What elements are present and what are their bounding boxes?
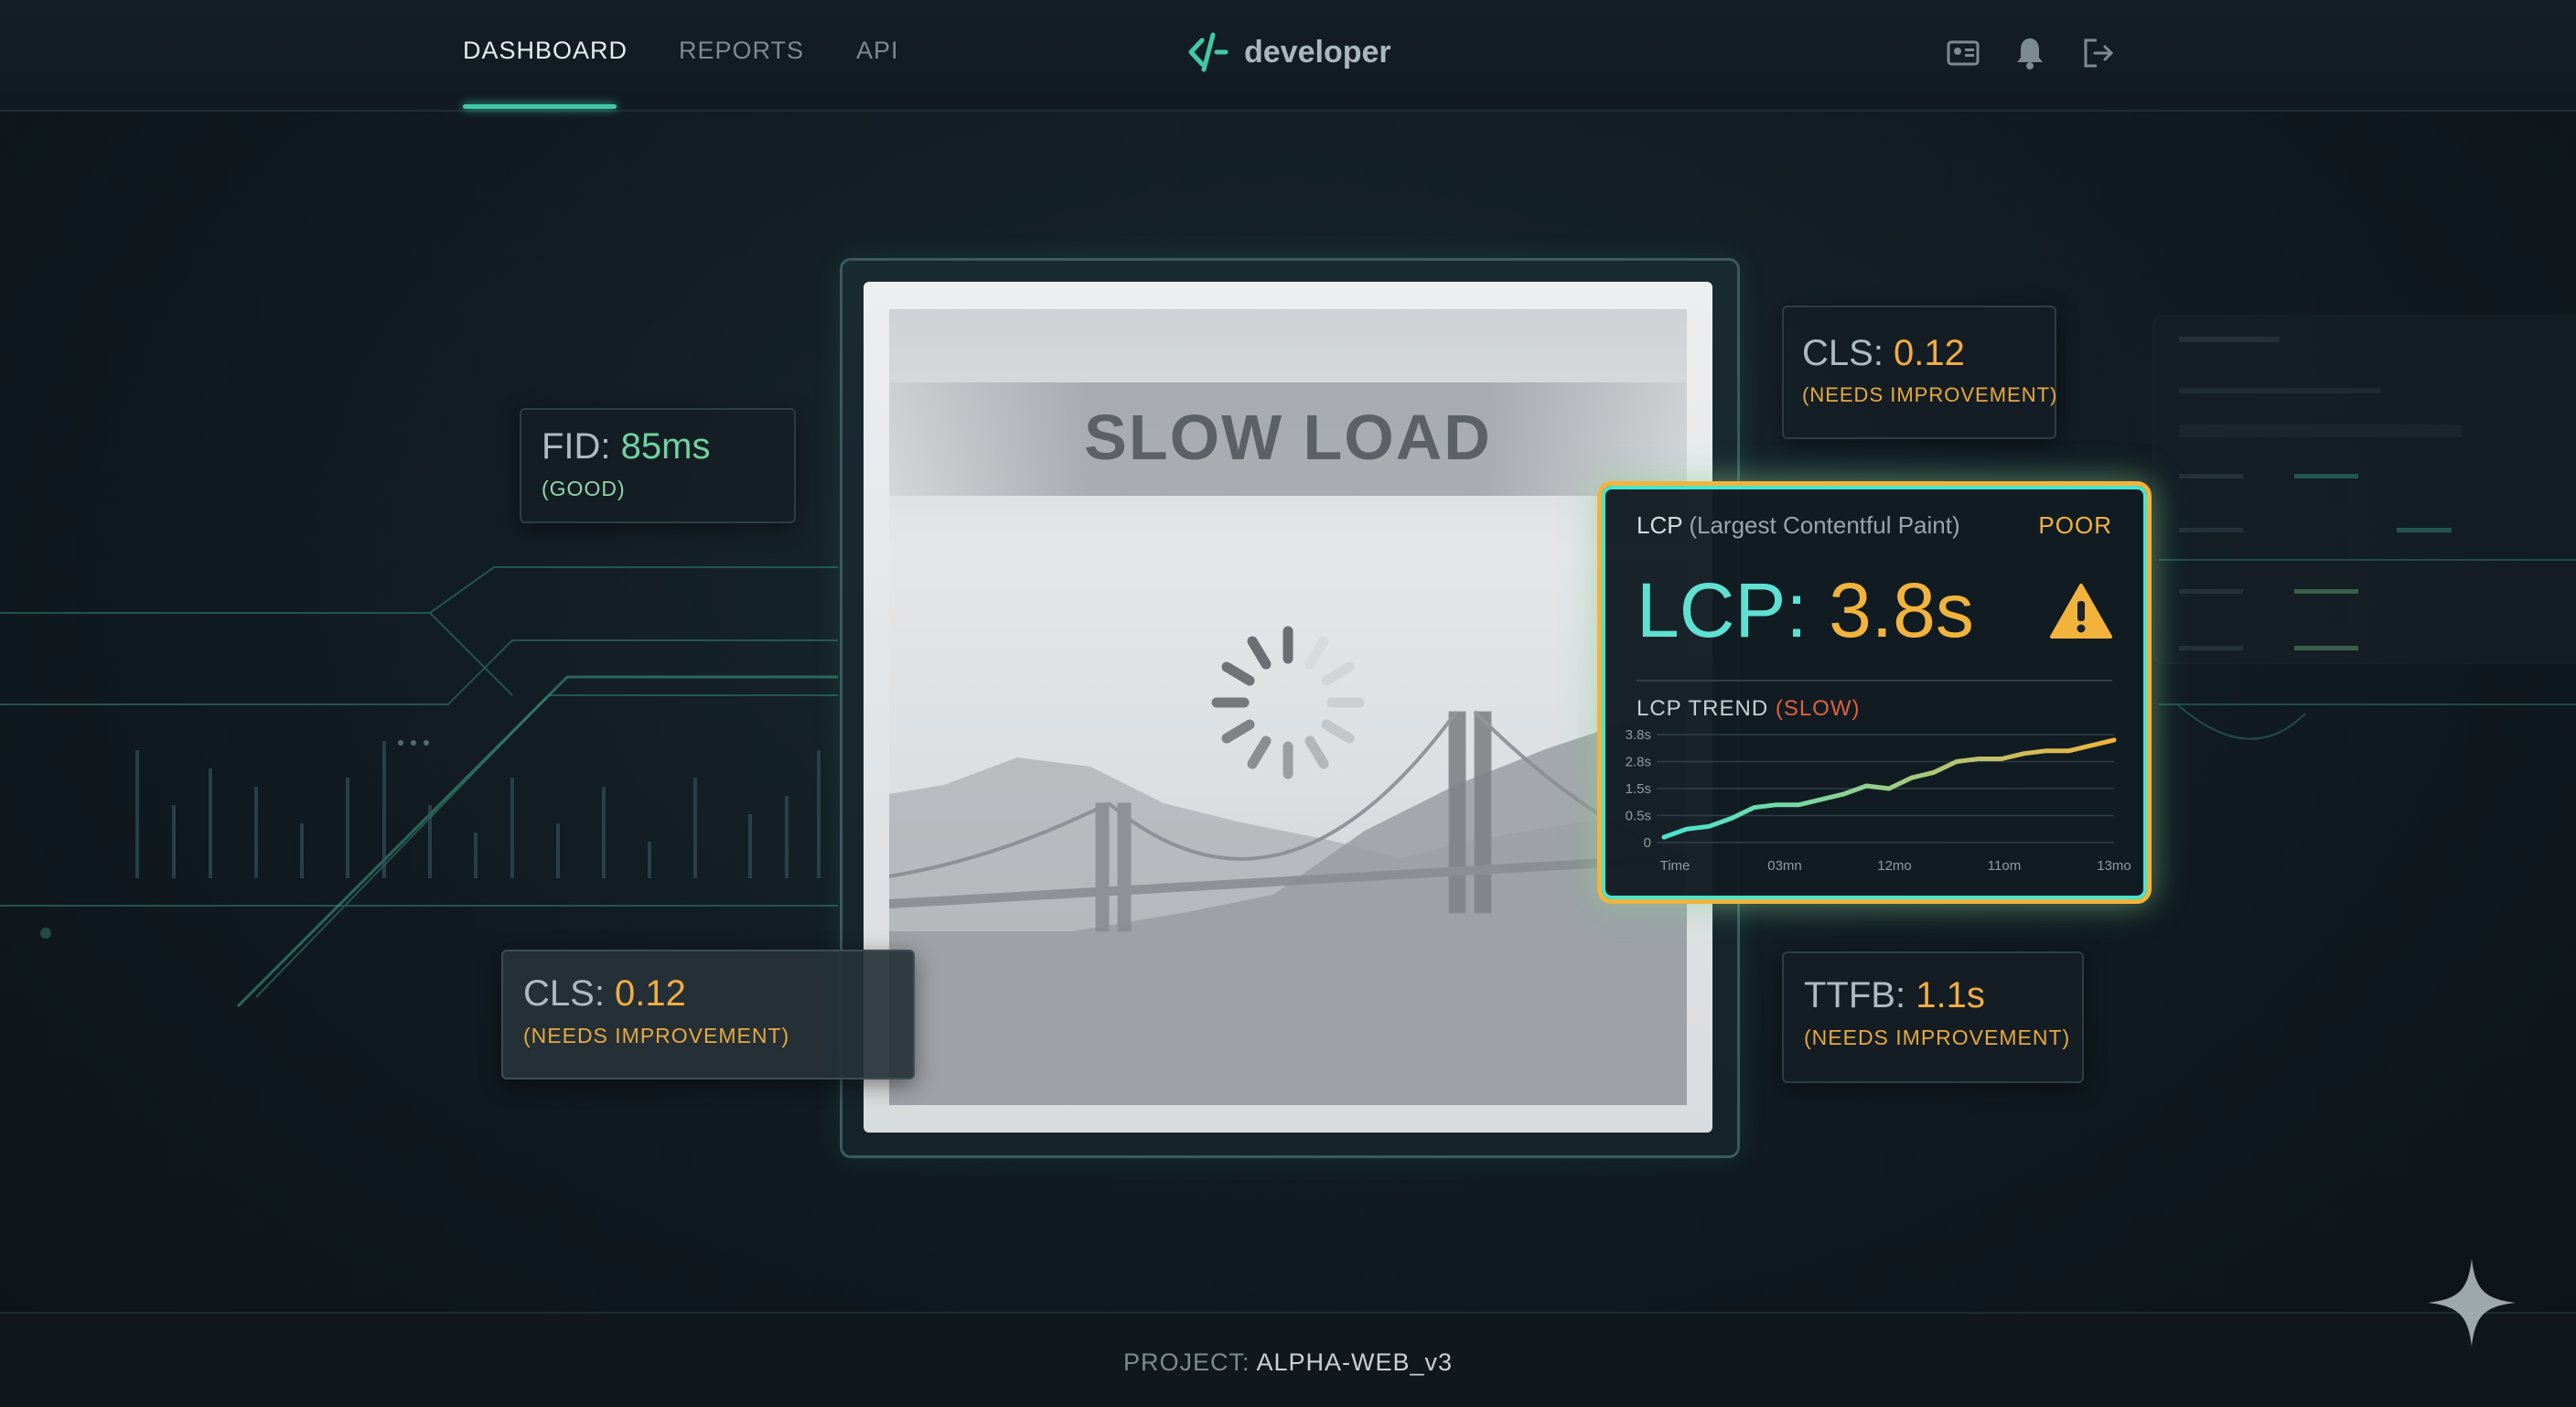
- brand-logo[interactable]: developer: [1186, 31, 1391, 73]
- lcp-heading: LCP (Largest Contentful Paint): [1637, 511, 1960, 540]
- chart-y-tick-label: 1.5s: [1626, 781, 1651, 797]
- project-indicator: PROJECT: ALPHA-WEB_v3: [0, 1348, 2576, 1377]
- chart-y-tick-label: 3.8s: [1626, 727, 1651, 743]
- ttfb-label: TTFB:: [1804, 975, 1916, 1015]
- fid-status: (GOOD): [542, 477, 626, 500]
- chart-x-tick-label: 03mn: [1767, 858, 1802, 874]
- id-card-icon[interactable]: [1947, 35, 1980, 71]
- warning-icon: [2050, 584, 2112, 639]
- chart-x-tick-label: 11om: [1988, 858, 2021, 874]
- chart-y-tick-label: 2.8s: [1626, 755, 1651, 770]
- lcp-rating-badge: POOR: [2038, 511, 2112, 539]
- lcp-abbr: LCP: [1637, 511, 1683, 539]
- active-tab-indicator: [463, 104, 617, 109]
- ttfb-metric: TTFB: 1.1s: [1804, 975, 2070, 1016]
- cls-value-left: 0.12: [615, 973, 686, 1014]
- lcp-big-label: LCP:: [1637, 567, 1830, 653]
- fid-metric: FID: 85ms: [542, 426, 710, 467]
- loading-spinner-icon: [1211, 626, 1365, 779]
- page-preview-content: SLOW LOAD: [889, 309, 1687, 1105]
- page-preview: SLOW LOAD: [864, 282, 1712, 1133]
- cls-metric-card-top[interactable]: CLS: 0.12 (NEEDS IMPROVEMENT): [1782, 306, 2056, 439]
- sparkle-icon[interactable]: [2426, 1257, 2517, 1348]
- cls-status-left: (NEEDS IMPROVEMENT): [523, 1024, 790, 1047]
- tab-reports[interactable]: REPORTS: [679, 37, 804, 65]
- fid-value: 85ms: [620, 426, 711, 467]
- lcp-value-display: LCP: 3.8s: [1637, 566, 1974, 655]
- fid-label: FID:: [542, 426, 621, 467]
- lcp-big-value: 3.8s: [1829, 567, 1974, 653]
- brand-name: developer: [1244, 34, 1391, 70]
- chart-x-tick-label: 13mo: [2097, 858, 2131, 874]
- fid-metric-card[interactable]: FID: 85ms (GOOD): [520, 408, 796, 523]
- cls-status-top: (NEEDS IMPROVEMENT): [1802, 383, 2058, 406]
- cls-label-left: CLS:: [523, 973, 616, 1014]
- chart-x-tick-label: 12mo: [1877, 858, 1912, 874]
- top-nav-bar: DASHBOARD REPORTS API developer: [0, 0, 2576, 112]
- cls-metric-card-left[interactable]: CLS: 0.12 (NEEDS IMPROVEMENT): [501, 950, 915, 1079]
- tab-api[interactable]: API: [856, 37, 899, 65]
- tab-dashboard[interactable]: DASHBOARD: [463, 37, 628, 65]
- lcp-trend-label: LCP TREND: [1637, 696, 1776, 721]
- lcp-trend-title: LCP TREND (SLOW): [1637, 696, 1861, 722]
- project-label: PROJECT:: [1122, 1348, 1257, 1376]
- lcp-trend-chart: 3.8s 2.8s 1.5s 0.5s 0 Time 03mn 12mo 11om 13mo: [1626, 727, 2131, 874]
- ttfb-metric-card[interactable]: TTFB: 1.1s (NEEDS IMPROVEMENT): [1782, 951, 2084, 1083]
- cls-metric-left: CLS: 0.12: [523, 973, 789, 1015]
- lcp-trend-status: (SLOW): [1775, 696, 1861, 721]
- ttfb-status: (NEEDS IMPROVEMENT): [1804, 1026, 2071, 1049]
- bell-icon[interactable]: [2014, 35, 2045, 71]
- logout-icon[interactable]: [2080, 35, 2117, 71]
- cls-metric-top: CLS: 0.12: [1802, 333, 2057, 374]
- lcp-full-name: (Largest Contentful Paint): [1689, 511, 1960, 539]
- cls-value-top: 0.12: [1894, 333, 1965, 373]
- ttfb-value: 1.1s: [1916, 975, 1985, 1015]
- code-slash-icon: [1188, 32, 1229, 72]
- chart-x-tick-label: Time: [1660, 858, 1690, 874]
- chart-y-tick-label: 0: [1644, 835, 1651, 851]
- project-name: ALPHA-WEB_v3: [1256, 1348, 1454, 1376]
- lcp-metric-card[interactable]: LCP (Largest Contentful Paint) POOR LCP:…: [1597, 481, 2152, 904]
- footer-bar: PROJECT: ALPHA-WEB_v3: [0, 1312, 2576, 1407]
- cls-label-top: CLS:: [1802, 333, 1894, 373]
- lcp-divider: [1637, 680, 2112, 682]
- chart-y-tick-label: 0.5s: [1626, 809, 1651, 824]
